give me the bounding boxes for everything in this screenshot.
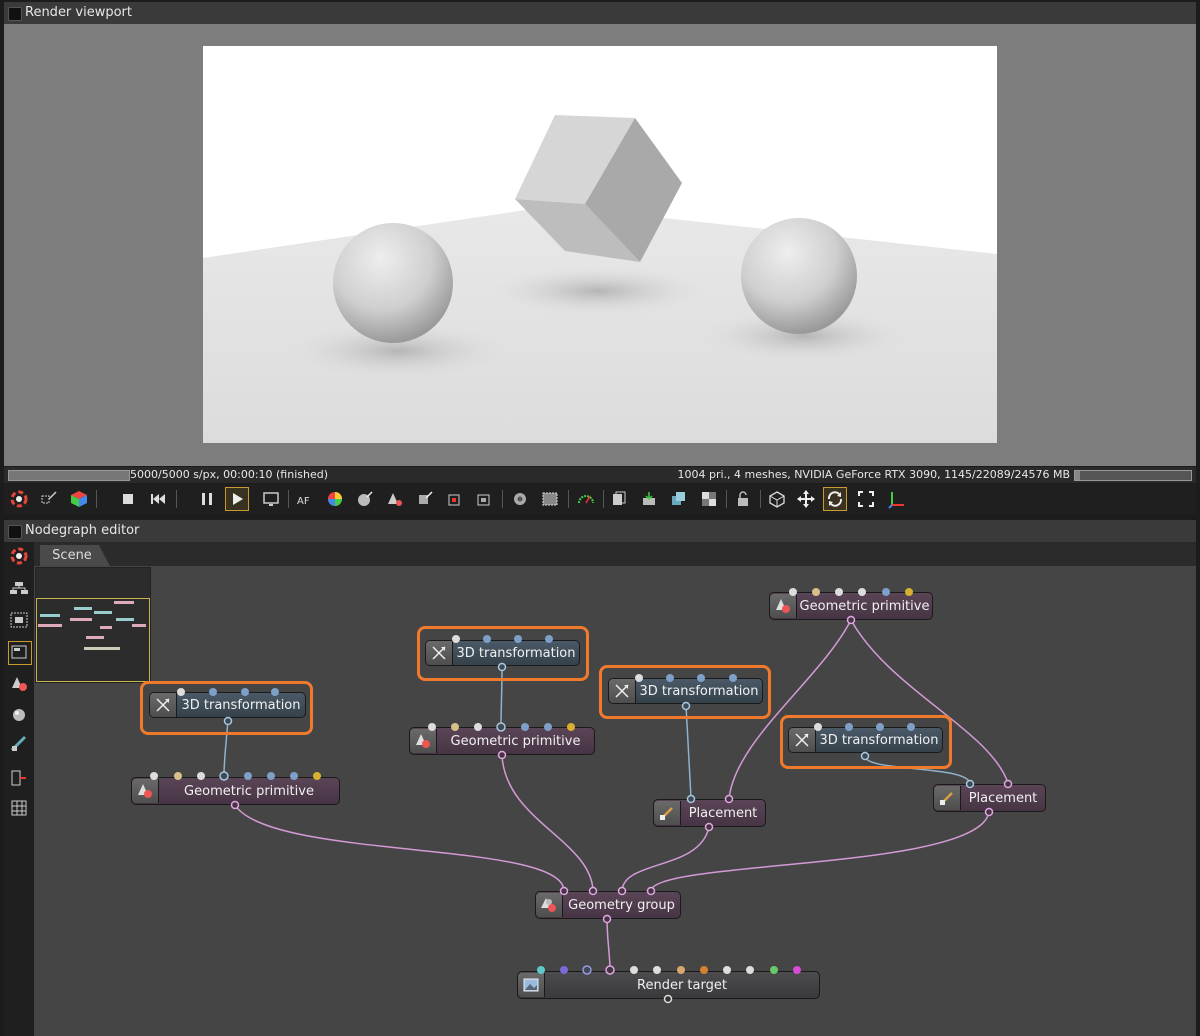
node-label: 3D transformation [819, 732, 939, 748]
transform-icon [789, 728, 816, 752]
node-render-target[interactable]: Render target [517, 971, 820, 999]
node-label: Render target [637, 977, 727, 993]
placement-icon [654, 801, 681, 825]
geometry-primitive-icon [132, 779, 159, 803]
transform-icon [609, 679, 636, 703]
node-label: Geometric primitive [799, 598, 930, 614]
node-label: Geometry group [568, 897, 675, 913]
nodegraph-links [223, 619, 1009, 971]
node-placement[interactable]: Placement [653, 799, 766, 827]
node-label: Geometric primitive [184, 783, 314, 799]
node-3d-transformation[interactable]: 3D transformation [149, 692, 306, 718]
node-label: Geometric primitive [450, 733, 581, 749]
node-3d-transformation[interactable]: 3D transformation [788, 727, 943, 753]
node-geometric-primitive[interactable]: Geometric primitive [769, 592, 933, 620]
node-label: 3D transformation [639, 683, 759, 699]
transform-icon [150, 693, 177, 717]
node-placement[interactable]: Placement [933, 784, 1046, 812]
node-label: Placement [968, 790, 1038, 806]
geometry-primitive-icon [410, 729, 437, 753]
geometry-primitive-icon [770, 594, 797, 618]
placement-icon [934, 786, 961, 810]
node-geometric-primitive[interactable]: Geometric primitive [131, 777, 340, 805]
geometry-group-icon [536, 893, 563, 917]
node-label: 3D transformation [181, 697, 301, 713]
node-geometric-primitive[interactable]: Geometric primitive [409, 727, 595, 755]
node-geometry-group[interactable]: Geometry group [535, 891, 681, 919]
node-label: 3D transformation [456, 645, 576, 661]
render-target-icon [518, 973, 545, 997]
transform-icon [426, 641, 453, 665]
node-3d-transformation[interactable]: 3D transformation [425, 640, 580, 666]
node-label: Placement [688, 805, 758, 821]
node-3d-transformation[interactable]: 3D transformation [608, 678, 763, 704]
